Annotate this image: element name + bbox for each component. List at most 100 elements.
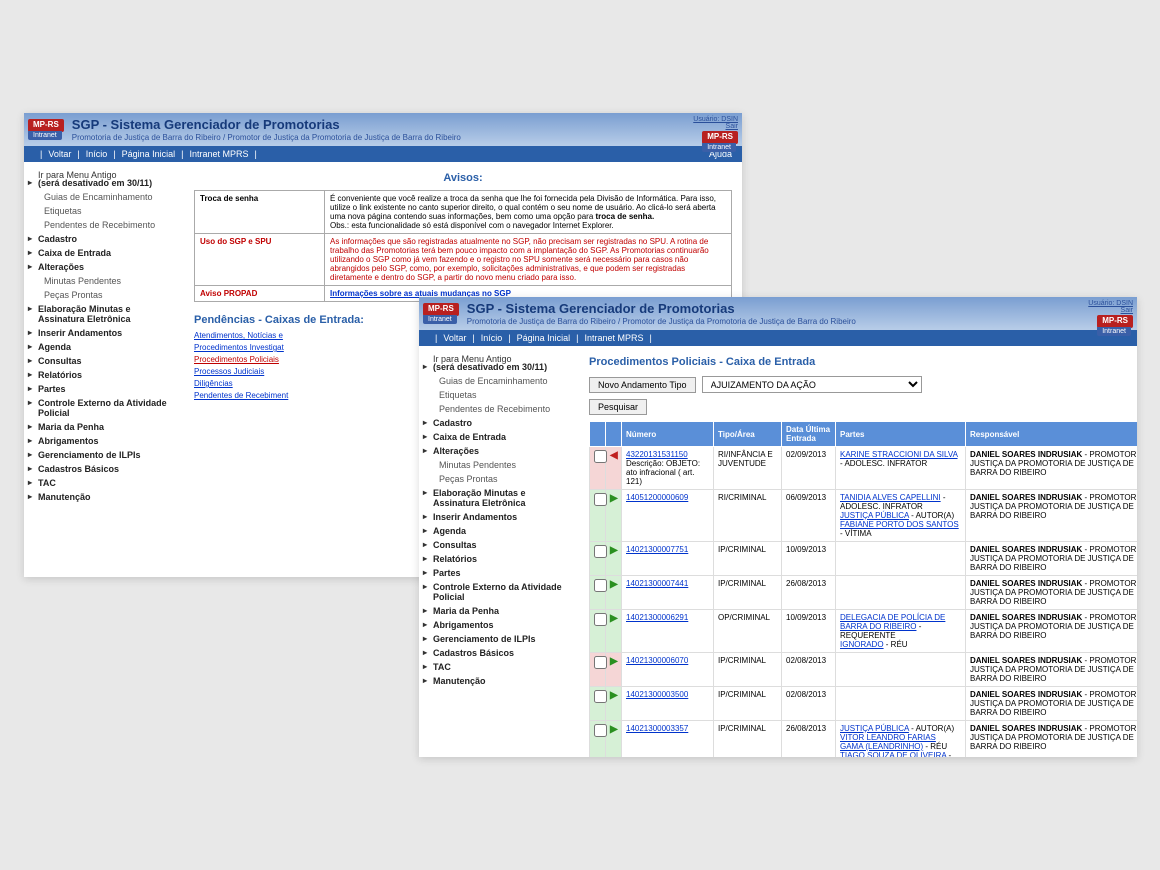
side-tac[interactable]: TAC <box>28 476 180 490</box>
side-agenda[interactable]: Agenda <box>28 340 180 354</box>
col-tipo[interactable]: Tipo/Área <box>714 422 782 447</box>
row-checkbox[interactable] <box>594 493 607 506</box>
nav-voltar[interactable]: Voltar <box>48 149 71 159</box>
side-etiquetas[interactable]: Etiquetas <box>28 204 180 218</box>
side-consultas-2[interactable]: Consultas <box>423 538 575 552</box>
parte-link[interactable]: VITOR LEANDRO FARIAS GAMA (LEANDRINHO) <box>840 733 936 751</box>
numero-link[interactable]: 43220131531150 <box>626 450 688 459</box>
parte-link[interactable]: TANIDIA ALVES CAPELLINI <box>840 493 941 502</box>
side-partes[interactable]: Partes <box>28 382 180 396</box>
numero-link[interactable]: 14021300007441 <box>626 579 688 588</box>
side-cadbasicos-2[interactable]: Cadastros Básicos <box>423 646 575 660</box>
row-data: 26/08/2013 <box>782 576 836 610</box>
parte-link[interactable]: KARINE STRACCIONI DA SILVA <box>840 450 958 459</box>
side-relatorios-2[interactable]: Relatórios <box>423 552 575 566</box>
side-caixa-2[interactable]: Caixa de Entrada <box>423 430 575 444</box>
arrow-right-icon: ▶ <box>610 545 618 556</box>
row-checkbox[interactable] <box>594 579 607 592</box>
col-resp[interactable]: Responsável <box>966 422 1138 447</box>
side-manutencao-2[interactable]: Manutenção <box>423 674 575 688</box>
table-row: ▶14021300003500IP/CRIMINAL02/08/2013DANI… <box>590 687 1138 721</box>
nav-intranet[interactable]: Intranet MPRS <box>189 149 248 159</box>
row-checkbox[interactable] <box>594 545 607 558</box>
parte-link[interactable]: JUSTIÇA PÚBLICA <box>840 511 909 520</box>
side-gerenciamento-2[interactable]: Gerenciamento de ILPIs <box>423 632 575 646</box>
nav-intranet-2[interactable]: Intranet MPRS <box>584 333 643 343</box>
side-controle[interactable]: Controle Externo da Atividade Policial <box>28 396 180 420</box>
side-caixa[interactable]: Caixa de Entrada <box>28 246 180 260</box>
avisos-table: Troca de senha É conveniente que você re… <box>194 190 732 302</box>
side-abrigamentos-2[interactable]: Abrigamentos <box>423 618 575 632</box>
side-partes-2[interactable]: Partes <box>423 566 575 580</box>
nav-pagina-2[interactable]: Página Inicial <box>517 333 571 343</box>
side-agenda-2[interactable]: Agenda <box>423 524 575 538</box>
side-controle-2[interactable]: Controle Externo da Atividade Policial <box>423 580 575 604</box>
side-pecas[interactable]: Peças Prontas <box>28 288 180 302</box>
side-elaboracao-2[interactable]: Elaboração Minutas e Assinatura Eletrôni… <box>423 486 575 510</box>
pesquisar-button[interactable]: Pesquisar <box>589 399 647 415</box>
side-cadastro[interactable]: Cadastro <box>28 232 180 246</box>
side-guias[interactable]: Guias de Encaminhamento <box>28 190 180 204</box>
tipo-select[interactable]: AJUIZAMENTO DA AÇÃO <box>702 376 922 393</box>
nav-pagina[interactable]: Página Inicial <box>122 149 176 159</box>
parte-link[interactable]: TIAGO SOUZA DE OLIVEIRA <box>840 751 946 757</box>
col-numero[interactable]: Número <box>622 422 714 447</box>
side-alteracoes-2[interactable]: Alterações <box>423 444 575 458</box>
side-inserir-2[interactable]: Inserir Andamentos <box>423 510 575 524</box>
parte-link[interactable]: JUSTIÇA PÚBLICA <box>840 724 909 733</box>
parte-link[interactable]: IGNORADO <box>840 640 884 649</box>
nav-inicio[interactable]: Início <box>86 149 108 159</box>
sair-link[interactable]: Sair <box>726 123 738 130</box>
row-numero: 14021300003357 <box>622 721 714 758</box>
row-checkbox[interactable] <box>594 450 607 463</box>
side-cadastro-2[interactable]: Cadastro <box>423 416 575 430</box>
numero-link[interactable]: 14021300006070 <box>626 656 688 665</box>
side-pend-receb[interactable]: Pendentes de Recebimento <box>28 218 180 232</box>
side-maria[interactable]: Maria da Penha <box>28 420 180 434</box>
side-manutencao[interactable]: Manutenção <box>28 490 180 504</box>
numero-link[interactable]: 14051200000609 <box>626 493 688 502</box>
side-inserir[interactable]: Inserir Andamentos <box>28 326 180 340</box>
parte-link[interactable]: DELEGACIA DE POLÍCIA DE BARRA DO RIBEIRO <box>840 613 945 631</box>
side-etiquetas-2[interactable]: Etiquetas <box>423 388 575 402</box>
sair-link-2[interactable]: Sair <box>1121 307 1133 314</box>
side-gerenciamento[interactable]: Gerenciamento de ILPIs <box>28 448 180 462</box>
side-pecas-2[interactable]: Peças Prontas <box>423 472 575 486</box>
side-consultas[interactable]: Consultas <box>28 354 180 368</box>
user-link[interactable]: Usuário: DSIN <box>693 116 738 123</box>
row-checkbox[interactable] <box>594 724 607 737</box>
side-relatorios[interactable]: Relatórios <box>28 368 180 382</box>
row-desc: Descrição: OBJETO: ato infracional ( art… <box>626 459 700 486</box>
side-pend-receb-2[interactable]: Pendentes de Recebimento <box>423 402 575 416</box>
numero-link[interactable]: 14021300006291 <box>626 613 688 622</box>
row-partes <box>836 576 966 610</box>
side-tac-2[interactable]: TAC <box>423 660 575 674</box>
row-checkbox[interactable] <box>594 656 607 669</box>
col-partes[interactable]: Partes <box>836 422 966 447</box>
numero-link[interactable]: 14021300003357 <box>626 724 688 733</box>
col-arr <box>606 422 622 447</box>
nav-inicio-2[interactable]: Início <box>481 333 503 343</box>
arrow-right-icon: ▶ <box>610 613 618 624</box>
col-data[interactable]: Data Última Entrada <box>782 422 836 447</box>
side-alteracoes[interactable]: Alterações <box>28 260 180 274</box>
numero-link[interactable]: 14021300003500 <box>626 690 688 699</box>
novo-andamento-button[interactable]: Novo Andamento Tipo <box>589 377 696 393</box>
logo-badge: MP-RS <box>28 119 64 132</box>
side-minutas-2[interactable]: Minutas Pendentes <box>423 458 575 472</box>
numero-link[interactable]: 14021300007751 <box>626 545 688 554</box>
user-link-2[interactable]: Usuário: DSIN <box>1088 300 1133 307</box>
side-cadbasicos[interactable]: Cadastros Básicos <box>28 462 180 476</box>
page-title: Procedimentos Policiais - Caixa de Entra… <box>589 356 1127 368</box>
nav-voltar-2[interactable]: Voltar <box>443 333 466 343</box>
side-minutas[interactable]: Minutas Pendentes <box>28 274 180 288</box>
side-abrigamentos[interactable]: Abrigamentos <box>28 434 180 448</box>
row-resp: DANIEL SOARES INDRUSIAK - PROMOTOR DE JU… <box>966 490 1138 542</box>
row-checkbox-cell <box>590 447 606 490</box>
parte-link[interactable]: FABIANE PORTO DOS SANTOS <box>840 520 959 529</box>
side-elaboracao[interactable]: Elaboração Minutas e Assinatura Eletrôni… <box>28 302 180 326</box>
row-checkbox[interactable] <box>594 690 607 703</box>
row-checkbox[interactable] <box>594 613 607 626</box>
side-maria-2[interactable]: Maria da Penha <box>423 604 575 618</box>
side-guias-2[interactable]: Guias de Encaminhamento <box>423 374 575 388</box>
